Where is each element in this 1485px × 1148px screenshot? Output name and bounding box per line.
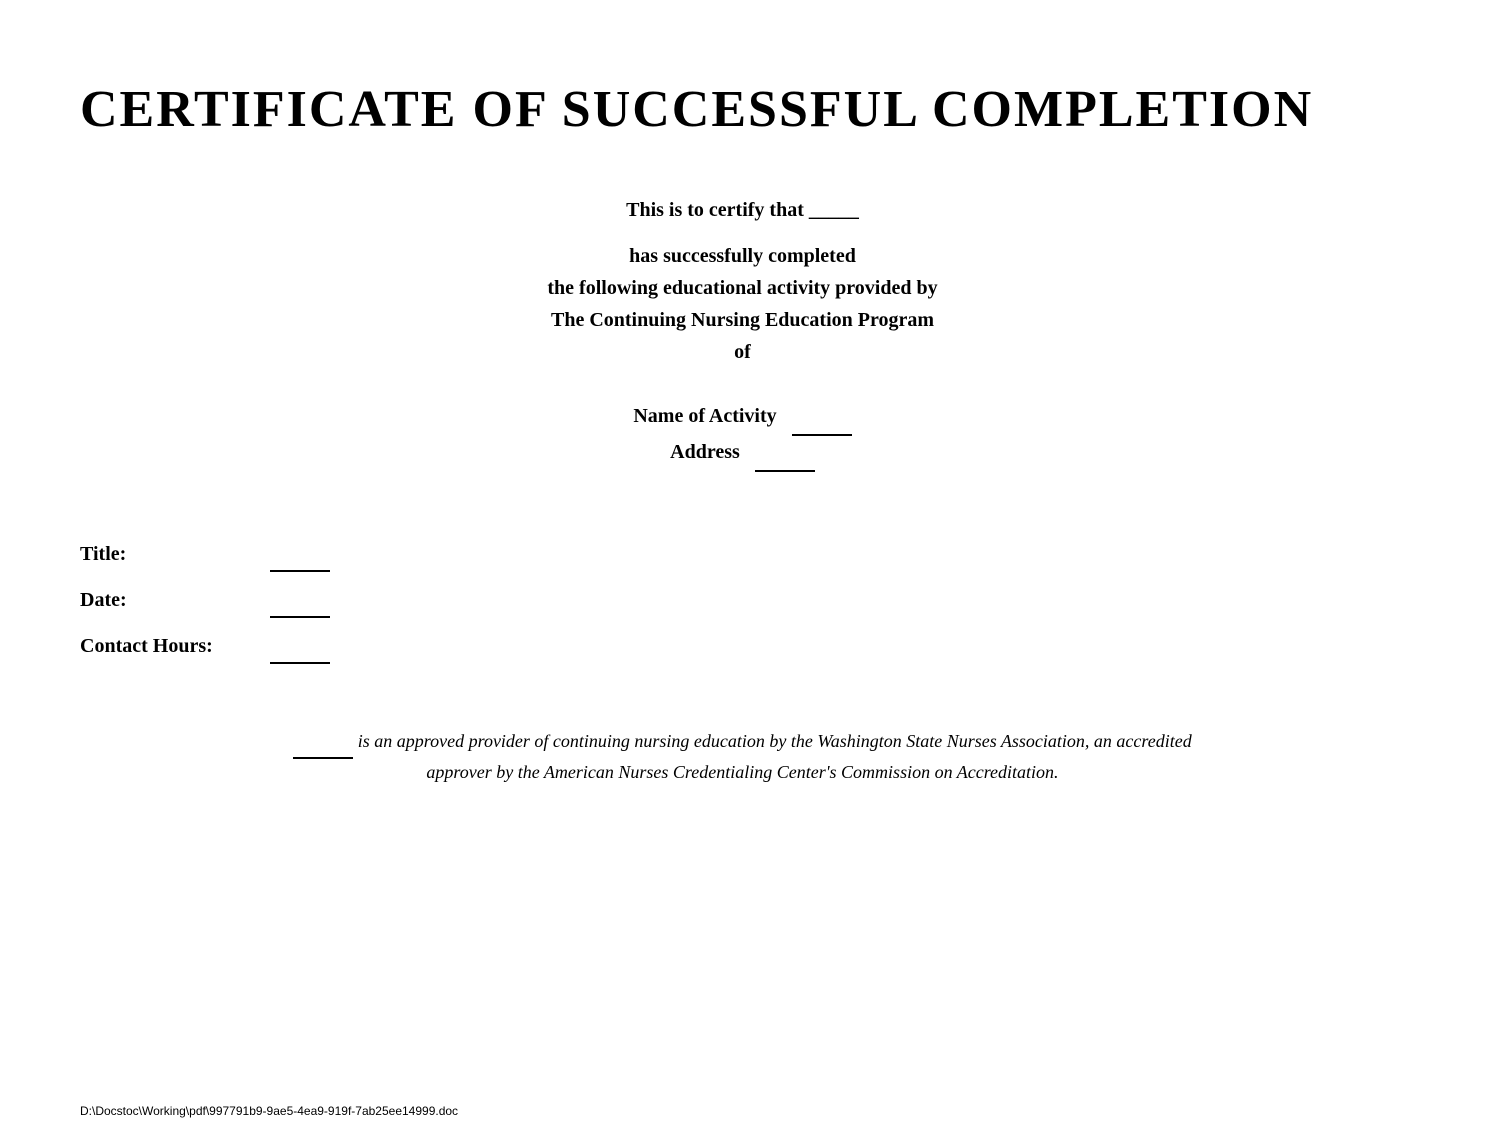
address-blank	[755, 434, 815, 472]
date-label: Date:	[80, 580, 260, 620]
certify-intro: This is to certify that _____	[80, 199, 1405, 222]
cert-fields-section: Title: Date: Contact Hours:	[80, 530, 1405, 666]
body-line3: The Continuing Nursing Education Program	[551, 309, 934, 331]
date-field-row: Date:	[80, 576, 1405, 620]
activity-block: Name of Activity Address	[80, 398, 1405, 470]
footer-path: D:\Docstoc\Working\pdf\997791b9-9ae5-4ea…	[80, 1104, 458, 1118]
certificate-page: CERTIFICATE OF SUCCESSFUL COMPLETION Thi…	[0, 0, 1485, 1148]
body-line4: of	[734, 341, 751, 363]
footer: D:\Docstoc\Working\pdf\997791b9-9ae5-4ea…	[80, 1104, 458, 1118]
approval-line2: approver by the American Nurses Credenti…	[426, 762, 1058, 782]
title-field-row: Title:	[80, 530, 1405, 574]
body-line2: the following educational activity provi…	[547, 277, 937, 299]
cert-body: has successfully completed the following…	[80, 240, 1405, 368]
title-blank	[270, 530, 330, 572]
approval-blank	[293, 726, 353, 759]
contact-blank	[270, 622, 330, 664]
approval-text: is an approved provider of continuing nu…	[80, 726, 1405, 787]
title-label: Title:	[80, 534, 260, 574]
contact-field-row: Contact Hours:	[80, 622, 1405, 666]
contact-label: Contact Hours:	[80, 626, 260, 666]
address-label: Address	[670, 441, 740, 463]
certificate-title: CERTIFICATE OF SUCCESSFUL COMPLETION	[80, 80, 1405, 139]
activity-label: Name of Activity	[633, 405, 776, 427]
activity-blank	[792, 398, 852, 436]
date-blank	[270, 576, 330, 618]
approval-line1: is an approved provider of continuing nu…	[358, 731, 1192, 751]
body-line1: has successfully completed	[629, 245, 856, 267]
